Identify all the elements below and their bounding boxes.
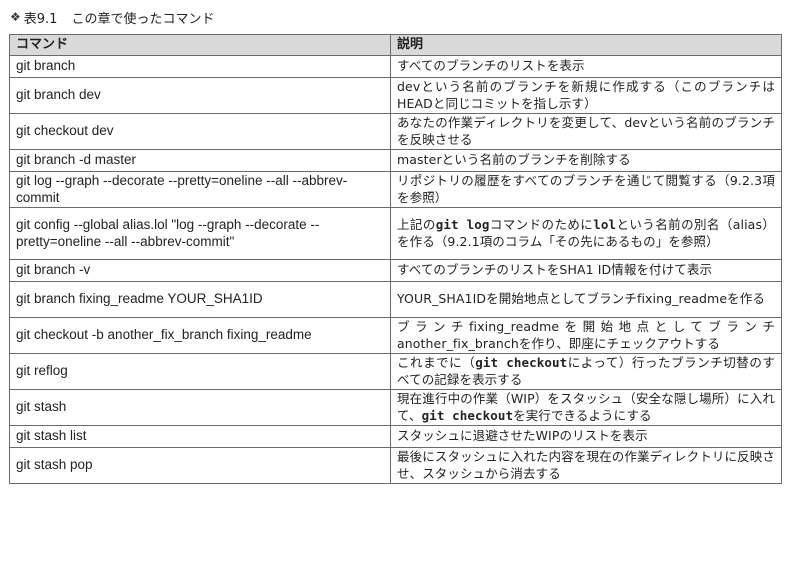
description-cell: 上記のgit logコマンドのためにlolという名前の別名（alias）を作る（… <box>390 207 782 260</box>
description-cell: 最後にスタッシュに入れた内容を現在の作業ディレクトリに反映させ、スタッシュから消… <box>390 447 782 484</box>
table-row: git config --global alias.lol "log --gra… <box>9 207 782 260</box>
inline-code: lol <box>593 217 617 232</box>
description-text: YOUR_SHA1IDを開始地点としてブランチfixing_readmeを作る <box>397 291 765 307</box>
table-row: git stash pop 最後にスタッシュに入れた内容を現在の作業ディレクトリ… <box>9 447 782 484</box>
table-row: git branch dev devという名前のブランチを新規に作成する（このブ… <box>9 77 782 114</box>
description-text: コマンドのために <box>489 217 594 232</box>
description-cell: リポジトリの履歴をすべてのブランチを通じて閲覧する（9.2.3項を参照） <box>390 171 782 208</box>
table-row: git stash 現在進行中の作業（WIP）をスタッシュ（安全な隠し場所）に入… <box>9 389 782 426</box>
table-row: git branch すべてのブランチのリストを表示 <box>9 55 782 78</box>
description-text: masterという名前のブランチを削除する <box>397 152 631 168</box>
description-cell: スタッシュに退避させたWIPのリストを表示 <box>390 425 782 448</box>
description-text: 上記の <box>397 217 436 232</box>
command-cell: git stash <box>9 389 391 426</box>
command-cell: git stash list <box>9 425 391 448</box>
table-row: git checkout -b another_fix_branch fixin… <box>9 317 782 354</box>
table-row: git reflog これまでに（git checkoutによって）行ったブラン… <box>9 353 782 390</box>
column-header-description: 説明 <box>390 34 782 56</box>
table-row: git branch -v すべてのブランチのリストをSHA1 ID情報を付けて… <box>9 259 782 282</box>
description-cell: ブランチfixing_readmeを開始地点としてブランチanother_fix… <box>390 317 782 354</box>
description-text: スタッシュに退避させたWIPのリストを表示 <box>397 428 648 444</box>
description-cell: あなたの作業ディレクトリを変更して、devという名前のブランチを反映させる <box>390 113 782 150</box>
description-text: すべてのブランチのリストをSHA1 ID情報を付けて表示 <box>397 262 713 278</box>
diamond-bullet-icon: ❖ <box>10 10 21 24</box>
description-text: 最後にスタッシュに入れた内容を現在の作業ディレクトリに反映させ、スタッシュから消… <box>397 449 775 481</box>
command-cell: git config --global alias.lol "log --gra… <box>9 207 391 260</box>
table-row: git branch fixing_readme YOUR_SHA1ID YOU… <box>9 281 782 318</box>
description-text: を実行できるようにする <box>513 407 652 423</box>
description-cell: 現在進行中の作業（WIP）をスタッシュ（安全な隠し場所）に入れて、git che… <box>390 389 782 426</box>
description-text: すべてのブランチのリストを表示 <box>397 58 585 74</box>
table-row: git stash list スタッシュに退避させたWIPのリストを表示 <box>9 425 782 448</box>
commands-table: コマンド 説明 git branch すべてのブランチのリストを表示 git b… <box>9 34 782 484</box>
command-cell: git branch -d master <box>9 149 391 172</box>
description-cell: masterという名前のブランチを削除する <box>390 149 782 172</box>
table-title: この章で使ったコマンド <box>71 11 215 27</box>
table-row: git checkout dev あなたの作業ディレクトリを変更して、devとい… <box>9 113 782 150</box>
description-text: devという名前のブランチを新規に作成する（このブランチはHEADと同じコミット… <box>397 79 775 111</box>
description-cell: devという名前のブランチを新規に作成する（このブランチはHEADと同じコミット… <box>390 77 782 114</box>
table-number: 表9.1 <box>23 11 58 27</box>
command-cell: git branch <box>9 55 391 78</box>
command-cell: git reflog <box>9 353 391 390</box>
description-text: ブランチfixing_readmeを開始地点としてブランチanother_fix… <box>397 319 775 351</box>
description-cell: これまでに（git checkoutによって）行ったブランチ切替のすべての記録を… <box>390 353 782 390</box>
command-cell: git checkout dev <box>9 113 391 150</box>
inline-code: git log <box>435 217 490 232</box>
description-cell: すべてのブランチのリストを表示 <box>390 55 782 78</box>
description-text: リポジトリの履歴をすべてのブランチを通じて閲覧する（9.2.3項を参照） <box>397 173 775 205</box>
column-header-command: コマンド <box>9 34 391 56</box>
command-cell: git branch fixing_readme YOUR_SHA1ID <box>9 281 391 318</box>
inline-code: git checkout <box>475 355 568 370</box>
description-cell: YOUR_SHA1IDを開始地点としてブランチfixing_readmeを作る <box>390 281 782 318</box>
table-caption: ❖ 表9.1 この章で使ったコマンド <box>10 6 214 28</box>
command-cell: git stash pop <box>9 447 391 484</box>
table-header-row: コマンド 説明 <box>9 34 782 56</box>
table-row: git branch -d master masterという名前のブランチを削除… <box>9 149 782 172</box>
inline-code: git checkout <box>421 407 514 423</box>
description-cell: すべてのブランチのリストをSHA1 ID情報を付けて表示 <box>390 259 782 282</box>
table-row: git log --graph --decorate --pretty=onel… <box>9 171 782 208</box>
command-cell: git checkout -b another_fix_branch fixin… <box>9 317 391 354</box>
description-text: あなたの作業ディレクトリを変更して、devという名前のブランチを反映させる <box>397 115 775 147</box>
command-cell: git branch dev <box>9 77 391 114</box>
description-text: これまでに（ <box>397 355 476 370</box>
command-cell: git log --graph --decorate --pretty=onel… <box>9 171 391 208</box>
command-cell: git branch -v <box>9 259 391 282</box>
